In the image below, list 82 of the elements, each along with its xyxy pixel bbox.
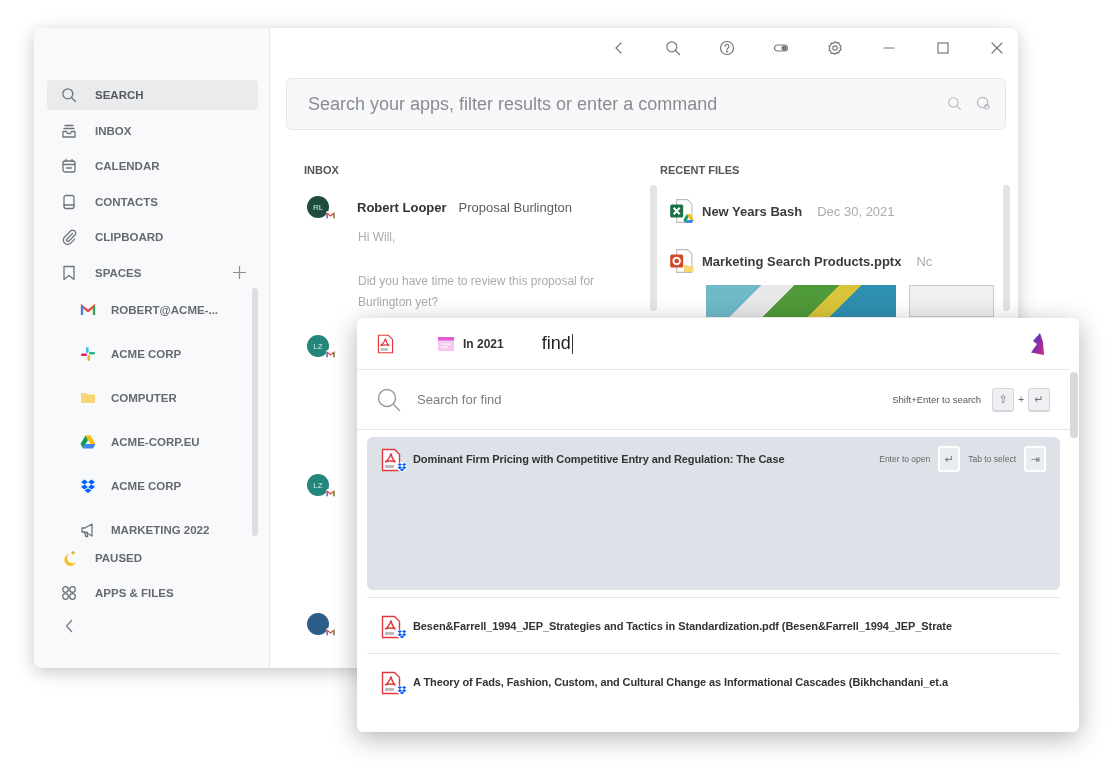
sidebar-item[interactable]: ACME CORP: [47, 331, 252, 376]
slide-thumbnail[interactable]: [706, 285, 896, 317]
pdf-file-icon: [381, 448, 401, 472]
close-icon[interactable]: [989, 40, 1005, 56]
text-cursor: [571, 333, 573, 354]
avatar: LZ: [307, 335, 329, 357]
result-row[interactable]: A Theory of Fads, Fashion, Custom, and Cultural Change as Informational Cascades (Bikhchandani_et.a: [367, 653, 1060, 709]
sender-name: Robert Looper: [357, 199, 447, 215]
m-logo-icon: [326, 489, 335, 498]
sidebar-item[interactable]: COMPUTER: [47, 375, 252, 420]
megaphone-icon: [80, 521, 96, 538]
avatar: LZ: [307, 474, 329, 496]
email-preview: Hi Will,: [358, 228, 397, 246]
sidebar-item[interactable]: ACME CORP: [47, 463, 252, 508]
magnifier-gear-icon[interactable]: [976, 96, 991, 111]
sidebar-item[interactable]: CLIPBOARD: [47, 222, 258, 252]
plus-sign: +: [1018, 394, 1024, 405]
email-preview: Did you have time to review this proposal for Burlington yet?: [358, 272, 596, 311]
m-logo-icon: [326, 350, 335, 359]
app-logo-icon: [1028, 332, 1045, 355]
pdf-file-icon: [377, 333, 394, 354]
tray-icon: [61, 122, 77, 139]
result-row[interactable]: Besen&Farrell_1994_JEP_Strategies and Tactics in Standardization.pdf (Besen&Farrell_1994_JEP_Strate: [367, 597, 1060, 653]
folder-icon: [683, 262, 694, 274]
sidebar-item[interactable]: INBOX: [47, 115, 258, 146]
sidebar-item[interactable]: ACME-CORP.EU: [47, 419, 252, 464]
key-cap: ↵: [1028, 387, 1050, 412]
key-cap: ⇥: [1024, 446, 1046, 472]
paperclip-icon: [61, 229, 77, 245]
diamonds-logo-icon: [397, 684, 407, 695]
filter-chip[interactable]: In 2021: [437, 330, 504, 357]
scrollbar-thumb[interactable]: [252, 287, 258, 536]
avatar: RL: [307, 196, 329, 218]
book-icon: [61, 193, 77, 210]
m-logo-icon: [80, 301, 96, 318]
shortcut-hint: Tab to select: [968, 454, 1016, 464]
sidebar-item[interactable]: SPACES: [47, 257, 258, 288]
m-logo-icon: [326, 628, 335, 637]
sidebar-item[interactable]: CALENDAR: [47, 151, 258, 181]
search-suggestion[interactable]: Search for find Shift+Enter to search ⇧ + ↵: [357, 370, 1070, 430]
shortcut-hint: Enter to open: [879, 454, 931, 464]
help-icon[interactable]: [719, 40, 735, 56]
sidebar-item[interactable]: SEARCH: [47, 80, 258, 110]
section-heading: INBOX: [304, 163, 340, 177]
diamonds-logo-icon: [397, 628, 407, 639]
search-icon: [377, 387, 401, 412]
sidebar-item[interactable]: CONTACTS: [47, 186, 258, 217]
key-cap: ⇧: [992, 387, 1015, 412]
query-text[interactable]: find: [541, 333, 571, 354]
search-field[interactable]: Search your apps, filter results or enter a command: [286, 78, 1006, 130]
moon-icon: [61, 549, 77, 566]
sidebar-item[interactable]: APPS & FILES: [47, 578, 258, 608]
result-row[interactable]: Dominant Firm Pricing with Competitive Entry and Regulation: The Case Enter to open ↵ Tab to select ⇥: [367, 437, 1060, 590]
file-row[interactable]: Marketing Search Products.pptx Nc: [657, 236, 1003, 286]
shortcut-hint: Shift+Enter to search: [892, 394, 982, 405]
key-cap: ↵: [938, 446, 961, 472]
diamonds-logo-icon: [397, 462, 407, 472]
maximize-icon[interactable]: [935, 40, 951, 56]
slide-thumbnail[interactable]: [909, 285, 994, 317]
search-icon: [61, 87, 77, 103]
sidebar-item[interactable]: ROBERT@ACME-...: [47, 287, 252, 332]
diamonds-logo-icon: [80, 477, 96, 494]
triangle-logo-icon: [80, 433, 96, 450]
pdf-file-icon: [381, 614, 401, 639]
email-subject: Proposal Burlington: [458, 199, 573, 215]
add-icon[interactable]: [233, 266, 246, 279]
calendar-icon: [61, 158, 77, 174]
triangle-logo-icon: [683, 212, 694, 224]
search-icon[interactable]: [665, 40, 681, 56]
m-logo-icon: [326, 211, 335, 220]
section-heading: RECENT FILES: [660, 163, 741, 177]
scrollbar-thumb[interactable]: [1003, 185, 1010, 311]
settings-icon[interactable]: [827, 40, 843, 56]
scrollbar-thumb[interactable]: [1070, 372, 1078, 438]
pinwheel-logo-icon: [80, 345, 96, 362]
bookmark-icon: [61, 264, 77, 281]
pdf-file-icon: [381, 670, 401, 695]
file-row[interactable]: New Years Bash Dec 30, 2021: [657, 186, 1003, 236]
scrollbar-thumb[interactable]: [650, 185, 657, 311]
grid-icon: [61, 585, 77, 601]
calendar-icon: [437, 334, 455, 353]
search-icon[interactable]: [947, 96, 962, 111]
